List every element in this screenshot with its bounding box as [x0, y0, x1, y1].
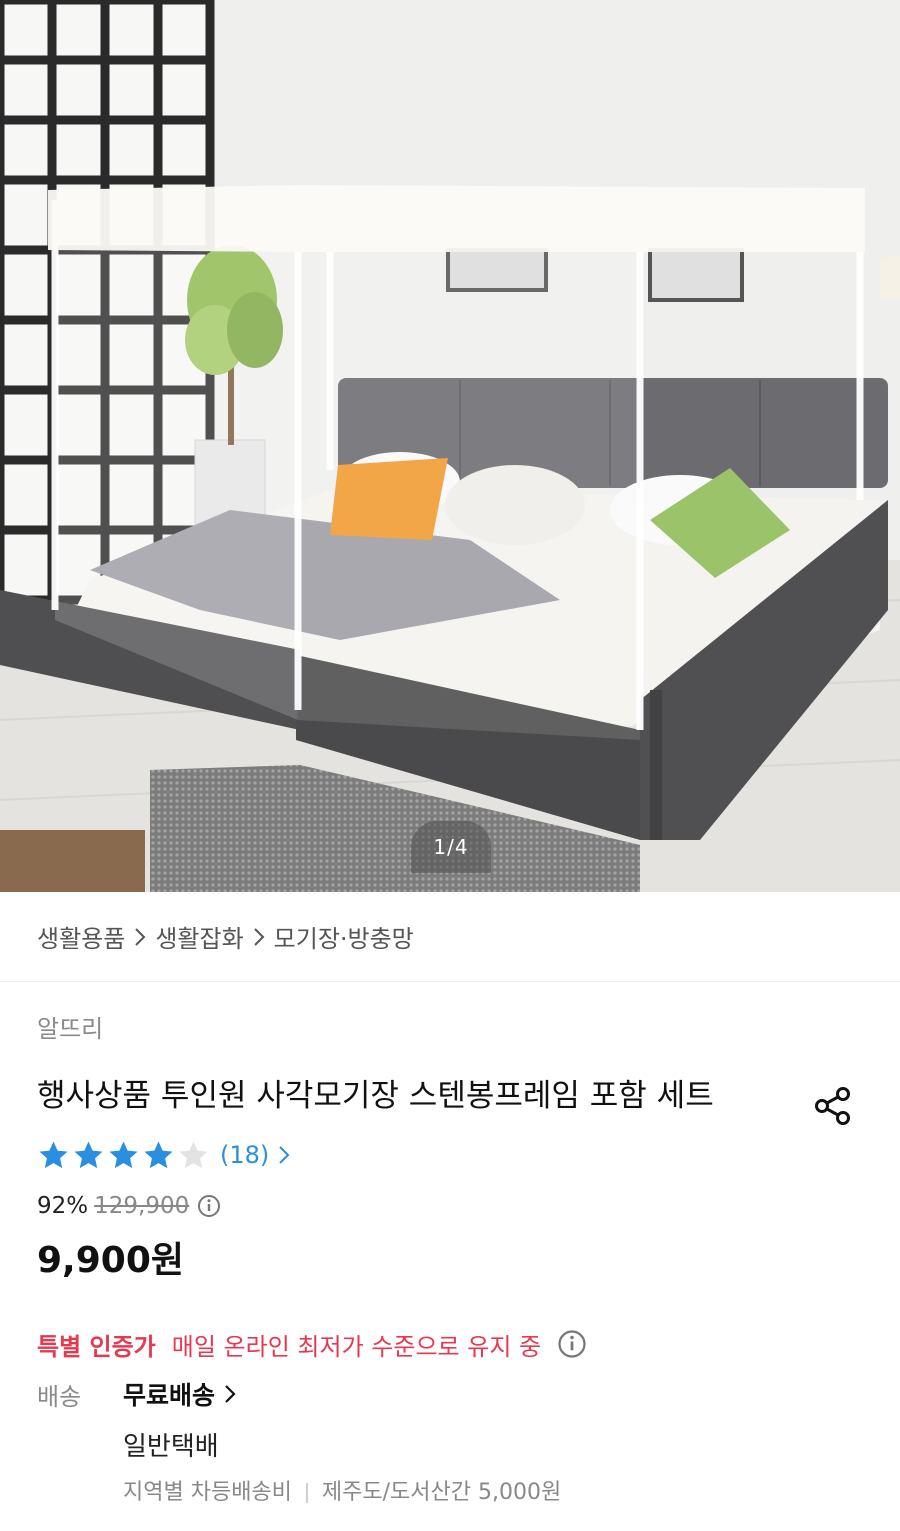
product-image-carousel[interactable]: 1/4 [0, 0, 900, 892]
breadcrumb: 생활용품 생활잡화 모기장·방충망 [0, 892, 900, 982]
image-page-indicator: 1/4 [411, 821, 491, 873]
star-rating [37, 1139, 210, 1172]
sale-price: 9,900원 [37, 1240, 184, 1281]
info-icon[interactable] [189, 1194, 221, 1218]
star-empty-icon [177, 1139, 210, 1172]
share-icon [815, 1087, 850, 1125]
breadcrumb-item[interactable]: 생활잡화 [155, 919, 243, 954]
special-price-row: 특별 인증가 매일 온라인 최저가 수준으로 유지 중 [37, 1325, 863, 1363]
star-filled-icon [37, 1139, 70, 1172]
breadcrumb-item[interactable]: 생활용품 [37, 919, 125, 954]
review-count: (18) [220, 1141, 270, 1169]
original-price: 129,900 [94, 1193, 190, 1219]
shipping-label: 배송 [37, 1382, 82, 1411]
regional-fee-label: 지역별 차등배송비 [123, 1480, 292, 1505]
chevron-right-icon [279, 1146, 290, 1164]
shipping-option-link[interactable]: 무료배송 [123, 1376, 237, 1412]
product-info: 알뜨리 행사상품 투인원 사각모기장 스텐봉프레임 포함 세트 (18) 92%… [0, 1012, 900, 1511]
chevron-right-icon [244, 923, 274, 951]
special-price-desc: 매일 온라인 최저가 수준으로 유지 중 [171, 1332, 542, 1361]
star-filled-icon [142, 1139, 175, 1172]
review-count-link[interactable]: (18) [220, 1141, 291, 1169]
breadcrumb-item[interactable]: 모기장·방충망 [274, 919, 414, 954]
regional-fee-detail: 제주도/도서산간 5,000원 [321, 1480, 562, 1505]
info-icon[interactable] [541, 1329, 587, 1359]
star-filled-icon [107, 1139, 140, 1172]
chevron-right-icon [225, 1385, 236, 1403]
discount-row: 92% 129,900 [37, 1189, 863, 1223]
discount-rate: 92% [37, 1193, 89, 1219]
shipping-row: 배송 무료배송 [37, 1373, 863, 1415]
regional-fee-row: 지역별 차등배송비 제주도/도서산간 5,000원 [123, 1475, 863, 1511]
title-row: 행사상품 투인원 사각모기장 스텐봉프레임 포함 세트 [37, 1074, 863, 1125]
chevron-right-icon [125, 923, 155, 951]
divider [305, 1483, 308, 1503]
seller-name[interactable]: 알뜨리 [37, 1012, 863, 1046]
star-filled-icon [72, 1139, 105, 1172]
share-button[interactable] [803, 1076, 863, 1136]
product-title: 행사상품 투인원 사각모기장 스텐봉프레임 포함 세트 [37, 1078, 714, 1114]
rating-row[interactable]: (18) [37, 1137, 863, 1173]
shipping-value: 무료배송 [123, 1381, 216, 1410]
special-price-label: 특별 인증가 [37, 1332, 156, 1361]
product-photo [0, 0, 900, 892]
shipping-method: 일반택배 [123, 1432, 219, 1462]
